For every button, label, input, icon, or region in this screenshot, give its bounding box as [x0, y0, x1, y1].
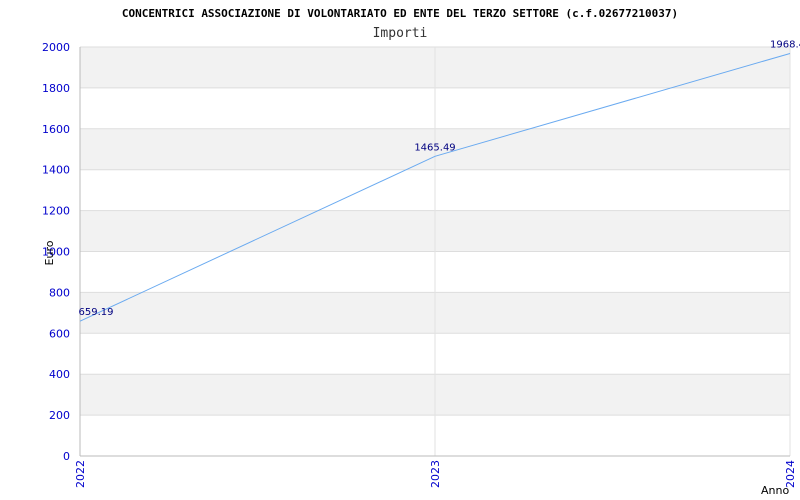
- y-tick-label: 1200: [42, 205, 70, 218]
- y-tick-label: 1600: [42, 123, 70, 136]
- y-tick-label: 600: [49, 327, 70, 340]
- y-tick-label: 2000: [42, 41, 70, 54]
- y-tick-label: 800: [49, 286, 70, 299]
- data-label: 1968.4: [770, 39, 800, 50]
- x-axis-label: Anno: [761, 484, 789, 497]
- data-label: 659.19: [79, 307, 114, 318]
- chart-subtitle: Importi: [373, 26, 428, 41]
- chart-title: CONCENTRICI ASSOCIAZIONE DI VOLONTARIATO…: [122, 7, 678, 20]
- line-chart: 0200400600800100012001400160018002000 20…: [42, 7, 800, 497]
- x-tick-label: 2022: [74, 460, 87, 488]
- x-tick-label: 2023: [429, 460, 442, 488]
- y-tick-label: 0: [63, 450, 70, 463]
- y-tick-label: 200: [49, 409, 70, 422]
- y-tick-label: 1400: [42, 164, 70, 177]
- y-tick-label: 400: [49, 368, 70, 381]
- y-tick-label: 1800: [42, 82, 70, 95]
- x-tick-labels: 2022 2023 2024: [74, 460, 797, 488]
- y-axis-label: Euro: [43, 240, 56, 265]
- data-label: 1465.49: [414, 142, 455, 153]
